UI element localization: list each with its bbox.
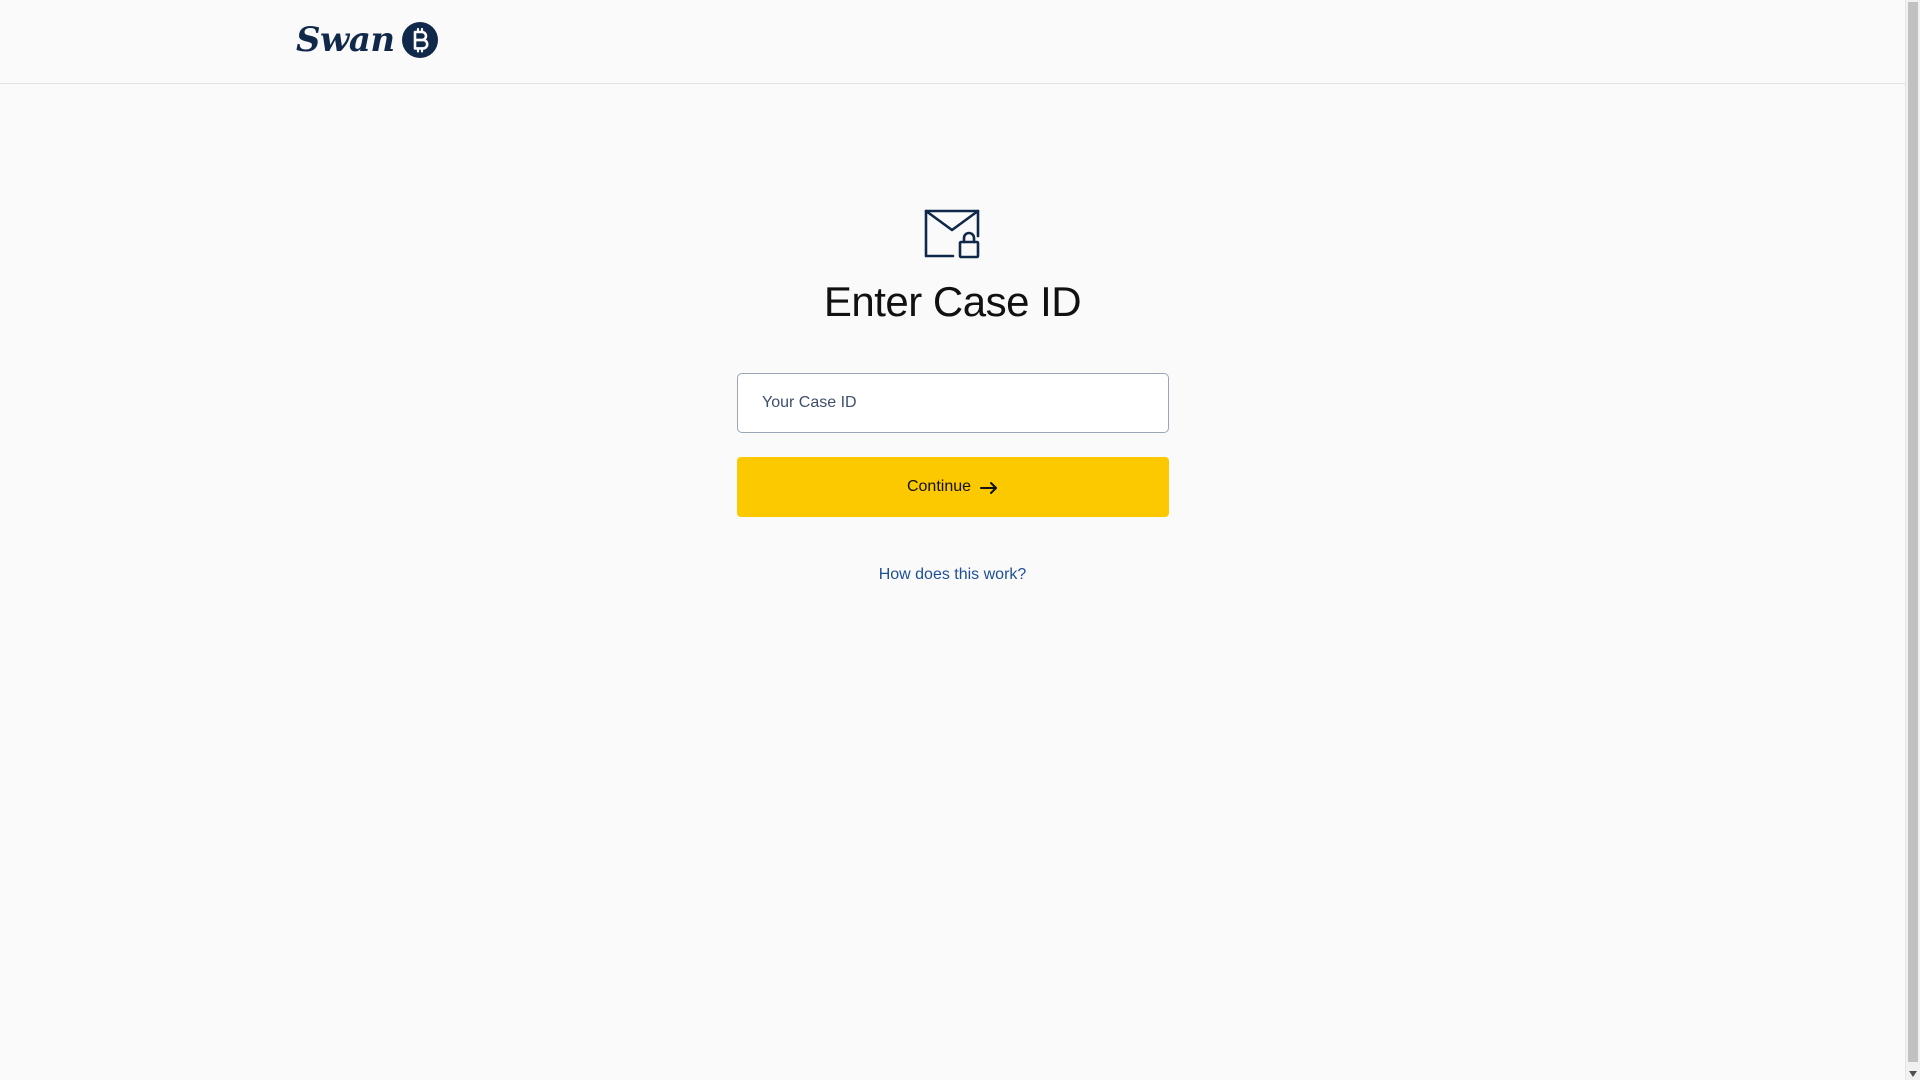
- scrollbar-thumb[interactable]: [1908, 2, 1918, 1062]
- vertical-scrollbar[interactable]: [1905, 0, 1920, 1080]
- mail-lock-icon: [924, 209, 980, 259]
- swan-logo-link[interactable]: Swan: [296, 20, 439, 60]
- case-id-input[interactable]: [737, 373, 1169, 433]
- continue-button-label: Continue: [906, 478, 972, 495]
- continue-button[interactable]: Continue: [737, 457, 1169, 517]
- logo-wordmark: Swan: [296, 20, 395, 60]
- case-id-form: Enter Case ID Continue How does this wor…: [0, 84, 1905, 1080]
- scroll-down-arrow-icon[interactable]: [1909, 1071, 1917, 1077]
- arrow-right-icon: [980, 482, 998, 494]
- top-header: Swan: [0, 0, 1905, 84]
- page: Swan Enter Case ID Your Case ID Continue…: [0, 0, 1920, 1080]
- bitcoin-coin-icon: [401, 22, 438, 58]
- page-title: Enter Case ID: [823, 278, 1082, 325]
- how-does-this-work-link[interactable]: How does this work?: [0, 565, 1905, 585]
